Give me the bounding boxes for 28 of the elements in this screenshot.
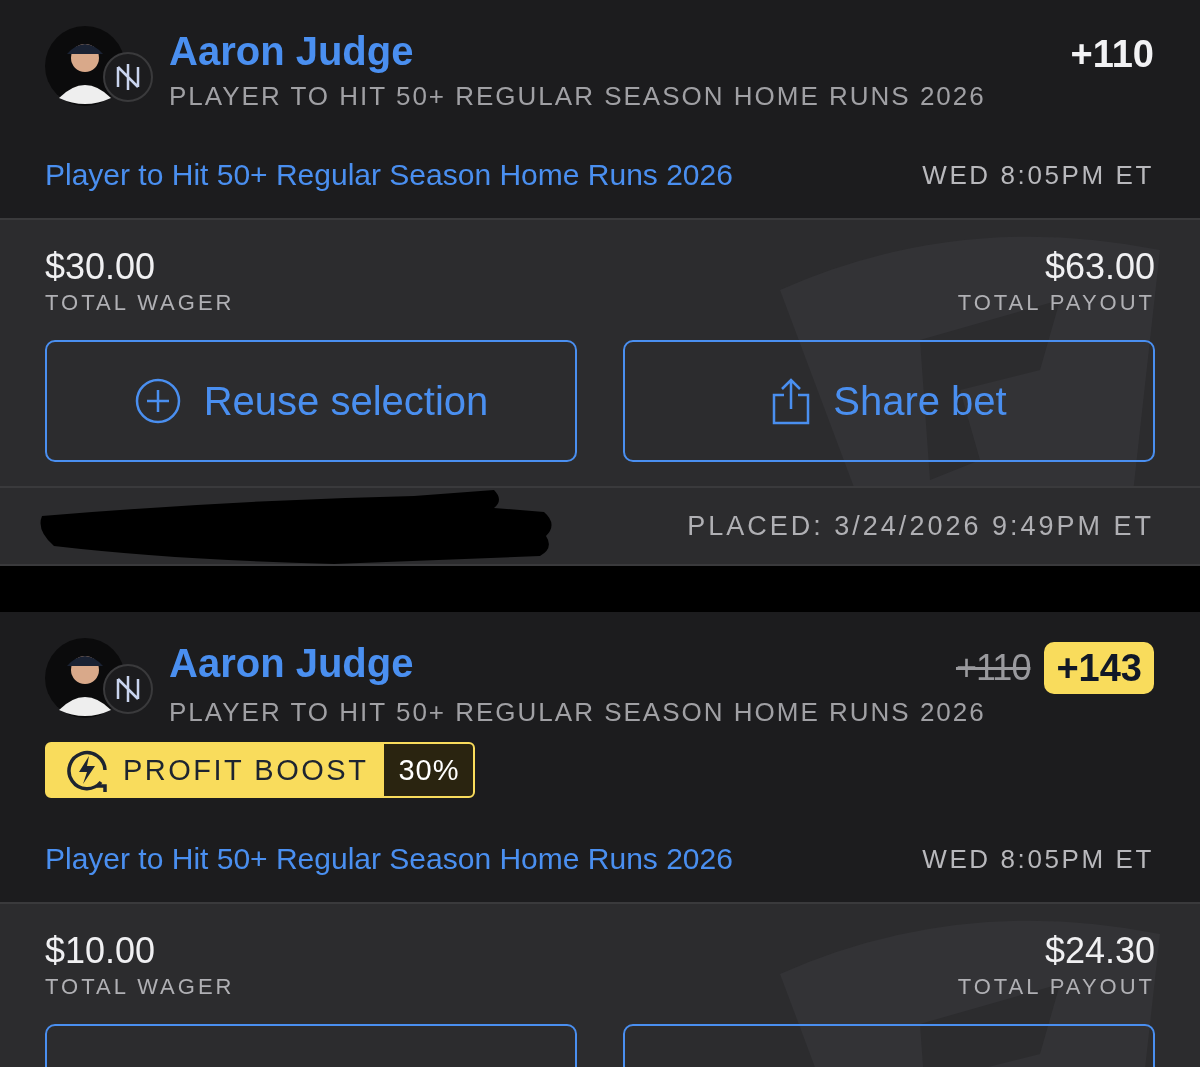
market-label: PLAYER TO HIT 50+ REGULAR SEASON HOME RUNS 2026: [169, 696, 986, 729]
odds: +143: [1044, 642, 1154, 694]
reuse-selection-button[interactable]: Reuse selection: [45, 340, 577, 462]
share-button[interactable]: Share bet: [623, 340, 1155, 462]
player-name[interactable]: Aaron Judge: [169, 638, 414, 688]
wager-label: TOTAL WAGER: [45, 973, 235, 1001]
payout-amount: $24.30: [1044, 930, 1155, 972]
event-time: WED 8:05PM ET: [922, 843, 1154, 875]
event-link[interactable]: Player to Hit 50+ Regular Season Home Runs 2026: [45, 842, 733, 876]
payout-amount: $63.00: [1044, 246, 1155, 288]
player-name[interactable]: Aaron Judge: [169, 26, 414, 76]
wager-amount: $10.00: [45, 930, 156, 972]
payout-label: TOTAL PAYOUT: [957, 973, 1155, 1001]
original-odds: +110: [956, 647, 1031, 689]
odds: +110: [1070, 32, 1154, 77]
wager-label: TOTAL WAGER: [45, 289, 235, 317]
payout-label: TOTAL PAYOUT: [957, 289, 1155, 317]
share-icon: [771, 377, 812, 425]
team-logo-icon: [103, 664, 153, 714]
boost-label: PROFIT BOOST: [122, 753, 370, 787]
wager-amount: $30.00: [45, 246, 156, 288]
event-time: WED 8:05PM ET: [922, 159, 1154, 191]
boost-percent: 30%: [384, 744, 474, 796]
market-label: PLAYER TO HIT 50+ REGULAR SEASON HOME RUNS 2026: [169, 80, 986, 113]
plus-circle-icon: [133, 377, 182, 425]
team-logo-icon: [103, 52, 153, 102]
event-link[interactable]: Player to Hit 50+ Regular Season Home Runs 2026: [45, 158, 733, 192]
placed-date: PLACED: 3/24/2026 9:49PM ET: [687, 510, 1154, 542]
